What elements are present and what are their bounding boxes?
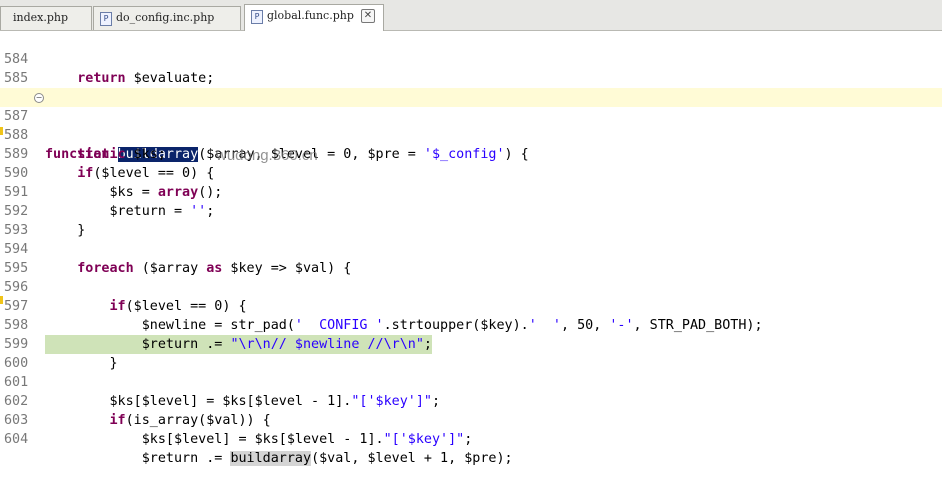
code-line: 595 — [0, 240, 942, 276]
tab-label: do_config.inc.php — [116, 11, 215, 24]
php-file-icon: P — [100, 12, 112, 26]
code-editor[interactable]: 584 return $evaluate; 585 } 586 587 − fu… — [0, 31, 942, 466]
code-line: 588 static $ks; — [4, 128, 166, 162]
code-line: 600 — [0, 335, 942, 371]
code-line: 585 } — [0, 50, 942, 105]
code-line: 586 — [0, 69, 942, 105]
code-line: 589 if($level == 0) { — [4, 147, 215, 181]
tab-label: index.php — [13, 11, 69, 24]
line-number: 604 — [4, 432, 29, 447]
tab-label: global.func.php — [267, 9, 354, 22]
editor-tab-bar: index.php P do_config.inc.php P global.f… — [0, 0, 942, 31]
watermark: wudong.360.cn — [216, 147, 318, 164]
code-line: 604 $return .= buildarray($val, $level +… — [4, 432, 513, 466]
code-line: 584 return $evaluate; — [4, 52, 215, 86]
code-line: 602 if(is_array($val)) { — [4, 394, 271, 428]
code-line: 601 $ks[$level] = $ks[$level - 1]."['$ke… — [4, 375, 441, 409]
code-line: 592 } — [4, 204, 86, 238]
code-line: 591 $return = ''; — [4, 185, 215, 219]
code-line: 597 $newline = str_pad(' CONFIG '.strtou… — [4, 299, 763, 333]
code-line: 594 foreach ($array as $key => $val) { — [4, 242, 352, 276]
tab-index-php[interactable]: index.php — [0, 6, 92, 30]
code-line: 598 $return .= "\r\n// $newline //\r\n"; — [0, 297, 942, 354]
tab-global-func-php[interactable]: P global.func.php ✕ — [244, 4, 384, 31]
php-file-icon: P — [251, 10, 263, 24]
code-line: 599 } — [4, 337, 118, 371]
code-line: 590 $ks = array(); — [4, 166, 223, 200]
current-line: 587 − function buildarray($array, $level… — [0, 88, 942, 162]
tab-do-config-inc-php[interactable]: P do_config.inc.php — [93, 6, 241, 30]
occurrence-highlight: buildarray — [230, 451, 312, 466]
close-icon[interactable]: ✕ — [361, 9, 375, 23]
fold-toggle-icon[interactable]: − — [34, 93, 44, 103]
code-line: 596 if($level == 0) { — [4, 280, 247, 314]
code-line: 593 — [0, 202, 942, 238]
code-line: 603 $ks[$level] = $ks[$level - 1]."['$ke… — [4, 413, 473, 447]
